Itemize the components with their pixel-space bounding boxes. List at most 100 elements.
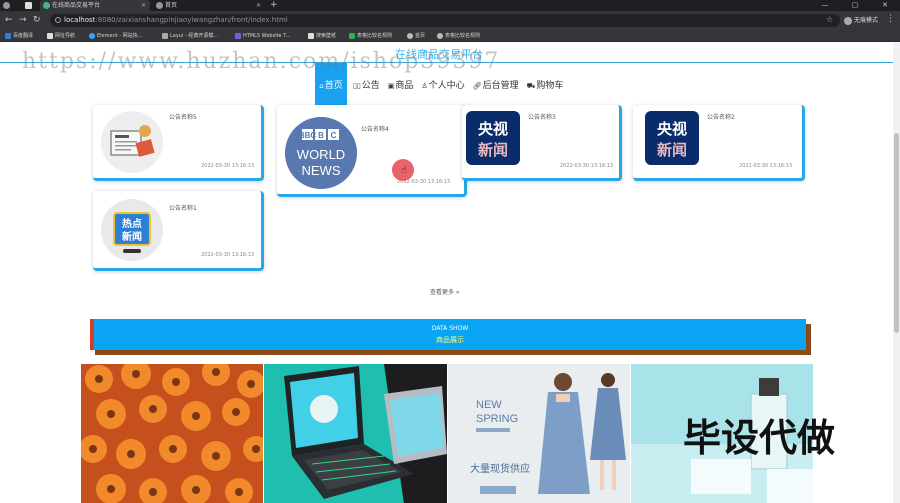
news-text: 新闻 (122, 230, 142, 243)
scrollbar-thumb[interactable] (894, 133, 899, 333)
close-icon[interactable]: ✕ (256, 0, 261, 11)
hand-cursor-icon: ☝ (401, 165, 408, 176)
bookmark-item[interactable]: 搜索壁纸 (308, 30, 336, 42)
notice-title: 公告名称1 (169, 205, 197, 212)
window-controls: — ▢ ✕ (810, 0, 900, 11)
browser-tab-pinned[interactable] (0, 0, 20, 11)
new-spring-text: NEW (476, 399, 502, 411)
bbc-news-text: NEWS (302, 163, 341, 178)
notice-thumbnail (101, 111, 163, 173)
avatar (844, 16, 852, 25)
see-more-link[interactable]: 查看更多 » (430, 287, 460, 296)
bookmark-item[interactable]: 表格比较名规则 (349, 30, 392, 42)
news-text: 新闻 (478, 141, 508, 159)
product-image-flowers[interactable] (81, 364, 263, 503)
browser-tab-blank[interactable] (22, 0, 38, 11)
laptop-image (264, 364, 447, 503)
cart-icon: ⛟ (526, 82, 536, 90)
nav-label: 商品 (395, 81, 414, 91)
menu-dots-icon[interactable]: ⋮ (886, 14, 895, 24)
web-page: 在线商品交易平台 ⌂首页 ▯▯公告 ▣商品 ♙个人中心 🔗︎后台管理 ⛟购物车 … (0, 43, 900, 503)
url-host: localhost (64, 16, 96, 24)
bbc-letter: BBC (299, 131, 317, 140)
bookmark-item[interactable]: 首页 (407, 30, 425, 42)
notice-icon: ▯▯ (353, 82, 361, 90)
bookmark-label: HTML5 Website T... (243, 33, 291, 39)
bookmark-label: Element - 网站快... (97, 33, 143, 39)
bookmark-label: 表格比较名规则 (445, 33, 481, 39)
page-scrollbar[interactable] (893, 43, 900, 503)
home-icon: ⌂ (319, 82, 324, 90)
notice-title: 公告名称4 (361, 126, 389, 133)
nav-cart[interactable]: ⛟购物车 (523, 63, 568, 111)
hot-text: 热点 (122, 217, 142, 230)
tab-label: 首页 (165, 2, 178, 9)
bookmark-label: 百度翻译 (13, 33, 34, 39)
bookmark-item[interactable]: Layui - 经典开源模... (162, 30, 218, 42)
back-icon[interactable]: ← (5, 15, 13, 25)
bookmark-label: 首页 (415, 33, 426, 39)
tab-label: 在线商品交易平台 (52, 2, 101, 9)
bookmark-label: 网址导航 (55, 33, 76, 39)
browser-tab-home[interactable]: 首页 ✕ (153, 0, 265, 11)
notice-date: 2022-03-30 13:16:13 (201, 252, 255, 258)
new-tab-button[interactable]: + (270, 0, 278, 10)
bbc-world-news-logo: BBC B C WORLD NEWS (285, 117, 357, 189)
bookmark-star-icon[interactable]: ☆ (826, 15, 833, 24)
notice-title: 公告名称3 (528, 114, 556, 121)
data-show-cn: 商品展示 (436, 336, 464, 344)
nav-label: 公告 (361, 81, 380, 91)
address-input[interactable]: localhost:8080/zaixianshangpinjiaoyiwang… (50, 14, 840, 27)
nav-label: 后台管理 (482, 81, 519, 91)
forward-icon[interactable]: → (19, 15, 27, 25)
html5-icon (235, 33, 241, 39)
data-show-banner: DATA SHOW 商品展示 (90, 319, 806, 350)
mouse-cursor-highlight: ☝ (392, 159, 414, 181)
url-path: :8080/zaixianshangpinjiaoyiwangzhan/fron… (95, 16, 288, 24)
notice-card[interactable]: 公告名称5 2022-03-30 13:16:13 (93, 105, 264, 181)
flowers-image (81, 364, 263, 503)
close-window-button[interactable]: ✕ (870, 0, 900, 11)
reload-icon[interactable]: ↻ (33, 15, 41, 25)
translate-icon (5, 33, 11, 39)
bookmark-item[interactable]: 表格比较名规则 (437, 30, 480, 42)
link-icon: 🔗︎ (472, 82, 482, 90)
layui-icon (162, 33, 168, 39)
minimize-button[interactable]: — (810, 0, 840, 11)
notice-card[interactable]: 央视 新闻 公告名称3 2022-03-30 13:16:13 (462, 105, 622, 181)
notice-date: 2022-03-30 13:16:13 (739, 163, 793, 169)
bookmark-item[interactable]: 网址导航 (47, 30, 75, 42)
page-icon (25, 2, 32, 9)
cctv-news-logo: 央视 新闻 (645, 111, 699, 165)
bbc-letter: B (318, 131, 324, 140)
nav-label: 个人中心 (428, 81, 465, 91)
bbc-world-text: WORLD (297, 147, 345, 162)
bookmark-item[interactable]: HTML5 Website T... (235, 30, 290, 42)
user-icon: ♙ (421, 82, 428, 90)
bookmark-label: 表格比较名规则 (357, 33, 393, 39)
nav-label: 首页 (324, 81, 343, 91)
notice-thumbnail: BBC B C WORLD NEWS (285, 117, 357, 189)
stock-text: 大量现货供应 (470, 462, 530, 475)
notice-date: 2022-03-30 13:16:13 (560, 163, 614, 169)
browser-tab-shop[interactable]: 在线商品交易平台 ✕ (40, 0, 150, 11)
info-icon (55, 17, 61, 23)
newspaper-illustration (110, 125, 155, 157)
cctv-text: 央视 (478, 120, 508, 138)
dress-image: NEW SPRING 大量现货供应 (448, 364, 630, 503)
notice-card[interactable]: 热点 新闻 公告名称1 2022-03-30 13:16:13 (93, 191, 264, 271)
nav-site-icon (47, 33, 53, 39)
browser-tab-bar: 在线商品交易平台 ✕ 首页 ✕ + — ▢ ✕ (0, 0, 900, 11)
product-image-dress[interactable]: NEW SPRING 大量现货供应 (448, 364, 630, 503)
bookmarks-bar: 百度翻译 网址导航 Element - 网站快... Layui - 经典开源模… (0, 30, 900, 42)
product-image-laptop[interactable] (264, 364, 447, 503)
goods-icon: ▣ (387, 82, 395, 90)
notice-card[interactable]: BBC B C WORLD NEWS 公告名称4 2022-03-30 13:1… (277, 105, 467, 197)
bookmark-item[interactable]: 百度翻译 (5, 30, 33, 42)
notice-card[interactable]: 央视 新闻 公告名称2 2022-03-30 13:16:13 (633, 105, 805, 181)
bookmark-item[interactable]: Element - 网站快... (89, 30, 142, 42)
nav-label: 购物车 (536, 81, 564, 91)
guest-profile-button[interactable]: 无痕模式 (844, 15, 878, 25)
close-icon[interactable]: ✕ (141, 0, 146, 11)
maximize-button[interactable]: ▢ (840, 0, 870, 11)
